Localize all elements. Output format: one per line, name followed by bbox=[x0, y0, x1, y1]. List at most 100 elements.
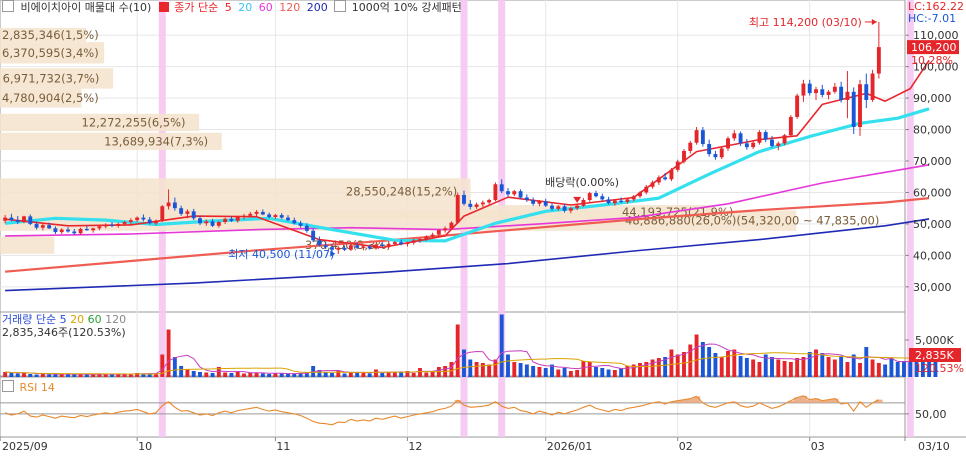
volume-bar bbox=[487, 364, 492, 377]
candle-body bbox=[487, 200, 492, 203]
legend-marker-icon[interactable] bbox=[2, 0, 14, 12]
volume-bar bbox=[726, 351, 730, 377]
candle-body bbox=[851, 91, 856, 128]
candle-body bbox=[348, 245, 353, 250]
candle-body bbox=[223, 218, 228, 223]
volume-bar bbox=[386, 372, 391, 377]
volume-bar bbox=[172, 357, 177, 377]
volume-bar bbox=[562, 368, 567, 377]
current-change-label: 10.28% bbox=[911, 54, 953, 67]
volume-bar bbox=[795, 358, 800, 377]
volume-bar bbox=[876, 363, 881, 377]
volume-title[interactable]: 거래량 bbox=[2, 313, 32, 326]
volume-bar bbox=[418, 368, 422, 377]
candle-body bbox=[40, 225, 45, 228]
candle-body bbox=[66, 229, 70, 232]
volume-bar bbox=[575, 370, 580, 377]
ma-60[interactable]: 60 bbox=[259, 1, 273, 14]
candle-body bbox=[474, 204, 479, 207]
candle-body bbox=[707, 144, 712, 155]
volume-bar bbox=[675, 354, 680, 377]
candle-body bbox=[619, 200, 624, 202]
volume-bar bbox=[242, 373, 246, 377]
volume-bar bbox=[367, 373, 372, 377]
volume-bar bbox=[788, 362, 793, 377]
ma-120[interactable]: 120 bbox=[279, 1, 300, 14]
volume-bar bbox=[751, 359, 756, 377]
strong-pattern-label[interactable]: 1000억 10% 강세패턴 bbox=[352, 1, 462, 14]
candle-body bbox=[556, 206, 561, 209]
candle-body bbox=[726, 138, 730, 149]
ma-200[interactable]: 200 bbox=[307, 1, 328, 14]
candle-body bbox=[631, 196, 636, 200]
volume-bar bbox=[348, 372, 353, 377]
candle-body bbox=[839, 86, 844, 100]
volume-bar bbox=[506, 354, 510, 377]
candle-body bbox=[235, 216, 240, 221]
volume-profile-label: 6,971,732(3,7%) bbox=[3, 71, 100, 85]
candle-body bbox=[864, 84, 869, 100]
volume-bar bbox=[839, 356, 844, 377]
candle-body bbox=[512, 191, 517, 195]
volume-bar bbox=[744, 358, 749, 377]
candle-body bbox=[260, 211, 265, 215]
volume-bar bbox=[581, 361, 586, 377]
volume-bar bbox=[669, 349, 674, 377]
stock-name[interactable]: 비에이치아이 매물대 수(10) bbox=[21, 1, 152, 14]
volume-bar bbox=[84, 374, 89, 377]
candle-body bbox=[298, 223, 303, 226]
candle-body bbox=[311, 230, 316, 241]
volume-bar bbox=[606, 369, 611, 377]
volume-ma-label[interactable]: 단순 bbox=[36, 313, 56, 326]
rsi-line bbox=[0, 395, 905, 426]
volume-bar bbox=[543, 368, 548, 377]
volume-bar bbox=[688, 344, 693, 377]
candle-body bbox=[254, 211, 259, 214]
volume-bar bbox=[889, 358, 894, 377]
volume-bar bbox=[820, 353, 825, 377]
volume-ma-5[interactable]: 5 bbox=[60, 313, 67, 326]
candle-body bbox=[9, 217, 14, 221]
candle-body bbox=[3, 217, 8, 221]
candle-body bbox=[154, 220, 158, 224]
rsi-title[interactable]: RSI 14 bbox=[20, 381, 55, 394]
candle-body bbox=[367, 246, 372, 249]
volume-bar bbox=[682, 352, 686, 377]
candle-body bbox=[870, 73, 875, 100]
ma-5[interactable]: 5 bbox=[225, 1, 232, 14]
candle-body bbox=[612, 200, 617, 204]
candle-body bbox=[430, 234, 435, 237]
volume-bar bbox=[870, 359, 875, 377]
volume-profile-bar bbox=[0, 236, 55, 254]
volume-bar bbox=[449, 362, 454, 377]
candle-body bbox=[455, 194, 460, 223]
current-volume-label: 2,835K bbox=[915, 349, 954, 362]
volume-ma-120[interactable]: 120 bbox=[105, 313, 126, 326]
volume-bar bbox=[858, 363, 862, 377]
volume-bar bbox=[179, 366, 184, 377]
candle-body bbox=[600, 196, 605, 200]
volume-bar bbox=[361, 373, 366, 377]
volume-ma-20[interactable]: 20 bbox=[70, 313, 84, 326]
volume-bar bbox=[600, 368, 605, 377]
candle-body bbox=[499, 184, 504, 192]
candle-body bbox=[776, 143, 781, 146]
volume-bar bbox=[267, 374, 272, 377]
volume-ma-60[interactable]: 60 bbox=[88, 313, 102, 326]
volume-bar bbox=[480, 363, 485, 377]
current-price-label: 106,200 bbox=[911, 41, 957, 54]
volume-bar bbox=[719, 357, 724, 377]
volume-legend: 거래량 단순 5 20 60 120 2,835,346주(120.53%) bbox=[2, 313, 126, 339]
candle-body bbox=[210, 221, 215, 226]
candle-body bbox=[719, 148, 724, 158]
candle-body bbox=[700, 130, 705, 145]
date-tick-label: 2025/09 bbox=[2, 440, 48, 453]
ma-20[interactable]: 20 bbox=[238, 1, 252, 14]
ma-label[interactable]: 종가 단순 bbox=[174, 1, 218, 14]
candle-body bbox=[53, 228, 58, 233]
candle-body bbox=[763, 132, 768, 140]
volume-bar bbox=[883, 364, 888, 377]
volume-bar bbox=[9, 373, 14, 377]
date-tick-label: 2026/01 bbox=[547, 440, 593, 453]
volume-profile: 2,835,346(1,5%) 6,370,595(3,4%) 6,971,732(… bbox=[0, 27, 879, 254]
